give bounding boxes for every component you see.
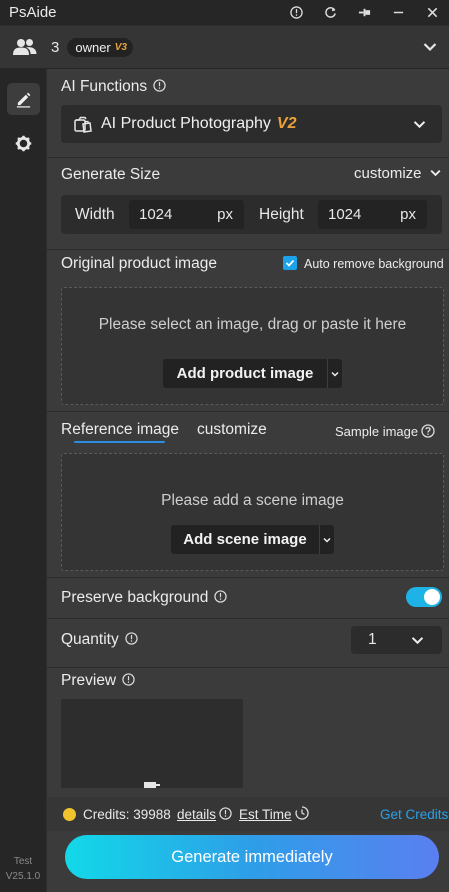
size-mode-value: customize [354,165,422,182]
credits-balance: Credits: 39988 [83,807,171,822]
app-title: PsAide [9,4,57,21]
width-label: Width [75,206,115,223]
quantity-value: 1 [368,631,377,648]
get-credits-link[interactable]: Get Credits [380,807,448,822]
preserve-background-label: Preserve background [61,589,228,607]
sample-image-label: Sample image [335,424,419,439]
sample-image-link[interactable]: Sample image [335,424,435,439]
team-member-count: 3 [51,38,60,56]
coin-icon [63,808,76,821]
checkmark-icon [285,259,295,267]
auto-remove-checkbox[interactable] [283,256,297,270]
size-inputs: Width 1024 px Height 1024 px [61,195,442,234]
divider [47,411,449,412]
chevron-down-icon[interactable] [423,42,437,52]
add-product-image-button[interactable]: Add product image [163,359,342,388]
divider [47,249,449,250]
pencil-icon [16,92,31,108]
credits-bar: Credits: 39988 details Est Time Get Cred… [47,797,449,831]
quantity-title: Quantity [61,631,119,648]
ai-function-version: V2 [276,115,297,132]
role-label: owner [75,39,111,55]
title-bar: PsAide [0,0,449,25]
product-dropzone-text: Please select an image, drag or paste it… [98,316,407,333]
chevron-down-icon [331,371,339,377]
width-unit: px [217,206,233,223]
left-sidebar: Test V25.1.0 [0,69,46,892]
divider [47,667,449,668]
tab-customize[interactable]: customize [197,421,267,439]
chevron-down-icon [411,636,424,644]
preview-title: Preview [61,672,117,689]
refresh-icon[interactable] [313,0,347,25]
help-icon [421,424,435,438]
ai-function-select[interactable]: AI Product Photography V2 [61,105,442,143]
info-icon[interactable] [125,632,138,645]
add-product-options[interactable] [328,359,342,388]
main-panel: AI Functions AI Product Photography V2 G… [47,69,449,892]
active-tab-indicator [74,441,165,443]
scene-image-dropzone[interactable]: Please add a scene image Add scene image [61,453,444,571]
tab-reference-image[interactable]: Reference image [61,421,179,439]
sidebar-item-edit[interactable] [7,83,40,115]
gear-icon [15,135,32,151]
window-controls [279,0,449,25]
pin-icon[interactable] [347,0,381,25]
role-badge: owner V3 [67,37,133,57]
size-mode-select[interactable]: customize [354,165,441,182]
chevron-down-icon [430,169,441,177]
team-bar[interactable]: 3 owner V3 [0,26,449,69]
add-product-image-label[interactable]: Add product image [163,359,327,388]
chevron-down-icon [323,537,331,543]
credits-details-link[interactable]: details [177,807,216,822]
auto-remove-label[interactable]: Auto remove background [304,257,444,271]
preserve-background-toggle[interactable] [406,587,442,607]
height-unit: px [400,206,416,223]
sidebar-item-settings[interactable] [7,127,40,159]
quantity-label: Quantity [61,631,138,649]
generate-size-label: Generate Size [61,166,161,183]
height-label: Height [259,206,304,223]
chevron-down-icon [413,120,426,128]
environment-label: Test [13,856,33,867]
add-scene-image-label[interactable]: Add scene image [171,525,319,554]
close-icon[interactable] [415,0,449,25]
divider [47,577,449,578]
toggle-knob [424,589,440,605]
original-image-label: Original product image [61,255,217,272]
info-icon[interactable] [122,673,135,686]
clock-icon [295,806,309,820]
ai-function-selected: AI Product Photography [101,115,271,132]
scene-dropzone-text: Please add a scene image [161,492,344,509]
info-icon[interactable] [219,807,232,820]
version-label: V25.1.0 [5,871,41,882]
preserve-background-title: Preserve background [61,589,209,606]
quantity-select[interactable]: 1 [351,626,442,654]
ai-functions-label: AI Functions [61,78,166,96]
add-scene-options[interactable] [320,525,334,554]
preview-label: Preview [61,672,135,690]
info-icon[interactable] [214,590,228,603]
info-icon[interactable] [153,79,166,92]
help-icon[interactable] [279,0,313,25]
users-icon [13,39,37,55]
minimize-icon[interactable] [381,0,415,25]
product-photo-icon [74,116,92,133]
width-value: 1024 [139,206,173,223]
height-input[interactable]: 1024 px [318,200,427,229]
image-placeholder-icon [144,782,160,788]
generate-button[interactable]: Generate immediately [65,835,439,879]
product-image-dropzone[interactable]: Please select an image, drag or paste it… [61,287,444,405]
divider [47,618,449,619]
est-time-link[interactable]: Est Time [239,807,292,822]
add-scene-image-button[interactable]: Add scene image [171,525,334,554]
preview-area [61,699,243,788]
height-value: 1024 [328,206,362,223]
divider [47,157,449,158]
width-input[interactable]: 1024 px [129,200,244,229]
role-version: V3 [114,41,127,53]
ai-functions-title: AI Functions [61,78,148,95]
